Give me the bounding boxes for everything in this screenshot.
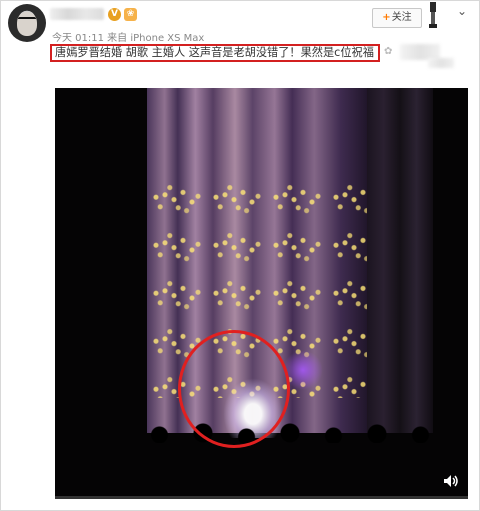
highlight-circle (178, 330, 290, 448)
post-text: 唐嫣罗晋结婚 胡歌 主婚人 这声音是老胡没错了！果然是c位祝福 (50, 44, 380, 62)
video-player[interactable] (55, 88, 468, 496)
blurred-region (428, 58, 454, 68)
video-frame-dark-curtain (367, 88, 433, 433)
avatar-face (17, 12, 37, 36)
username-redacted[interactable] (50, 8, 104, 20)
verified-icon: V (108, 8, 121, 21)
avatar-glasses (18, 17, 36, 23)
medal-icon: ❀ (124, 8, 137, 21)
chevron-down-icon[interactable]: ⌄ (454, 4, 470, 18)
avatar[interactable] (8, 4, 46, 42)
post-timestamp: 今天 01:11 来自 iPhone XS Max (52, 33, 205, 44)
follow-button[interactable]: +关注 (372, 8, 422, 28)
volume-icon[interactable] (443, 474, 459, 488)
follow-label: 关注 (391, 12, 412, 23)
plus-icon: + (382, 12, 391, 23)
video-progress-bar[interactable] (55, 496, 468, 499)
paw-icon: ✿ (384, 46, 393, 57)
video-frame-bushes (145, 423, 435, 443)
bookmark-icon[interactable] (426, 2, 440, 28)
